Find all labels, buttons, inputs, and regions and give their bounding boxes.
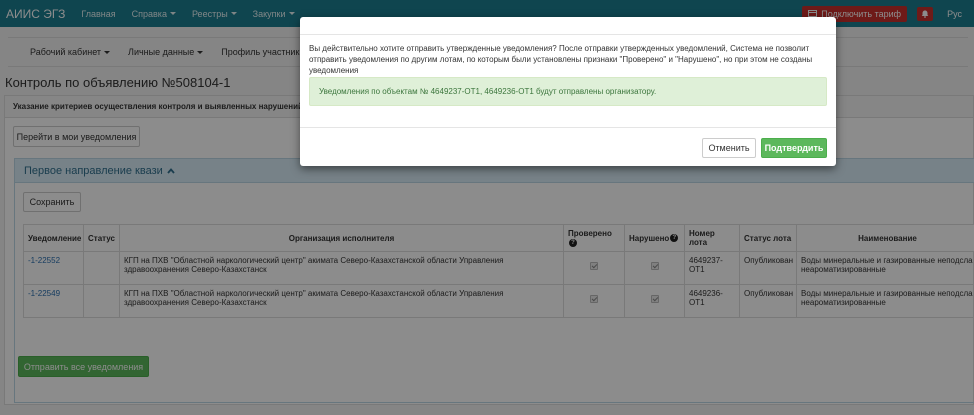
confirm-dialog: Вы действительно хотите отправить утверж… (300, 17, 836, 166)
success-alert: Уведомления по объектам № 4649237-ОТ1, 4… (309, 77, 827, 106)
dialog-message: Вы действительно хотите отправить утверж… (309, 44, 813, 75)
dialog-footer: Отменить Подтвердить (300, 127, 836, 166)
confirm-button[interactable]: Подтвердить (761, 138, 827, 158)
cancel-button[interactable]: Отменить (702, 138, 756, 158)
dialog-header (300, 17, 836, 35)
